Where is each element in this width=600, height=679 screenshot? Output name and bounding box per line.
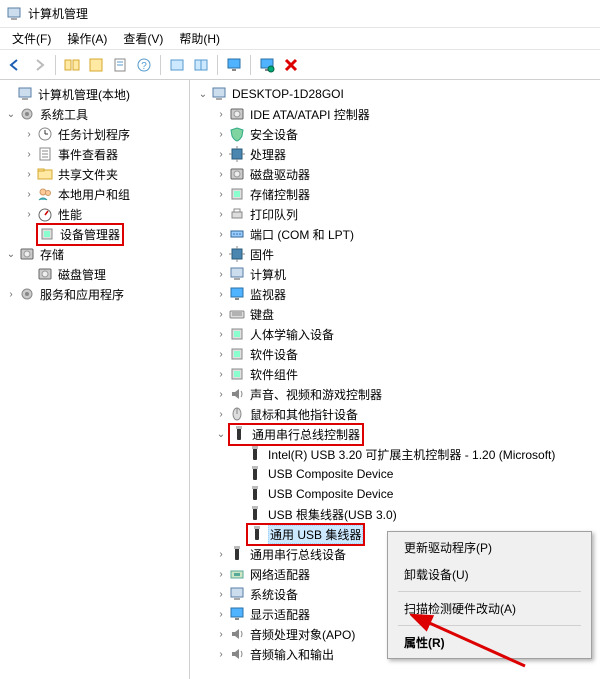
menu-help[interactable]: 帮助(H): [171, 28, 228, 49]
highlight-device-manager: 设备管理器: [36, 223, 124, 246]
node-scheduler[interactable]: › 任务计划程序: [0, 124, 189, 144]
node-ide[interactable]: ›IDE ATA/ATAPI 控制器: [190, 104, 600, 124]
node-usb-roothub[interactable]: USB 根集线器(USB 3.0): [190, 504, 600, 524]
menu-properties[interactable]: 属性(R): [390, 629, 589, 656]
node-localusers[interactable]: › 本地用户和组: [0, 184, 189, 204]
forward-button: [28, 54, 50, 76]
node-cpu[interactable]: ›处理器: [190, 144, 600, 164]
expander-icon[interactable]: ⌄: [4, 247, 18, 261]
expander-icon[interactable]: ›: [22, 167, 36, 181]
node-ports[interactable]: ›端口 (COM 和 LPT): [190, 224, 600, 244]
uninstall-button[interactable]: [280, 54, 302, 76]
node-diskdrive[interactable]: ›磁盘驱动器: [190, 164, 600, 184]
node-computer-mgmt[interactable]: ▾ 计算机管理(本地): [0, 84, 189, 104]
expander-icon[interactable]: ›: [22, 187, 36, 201]
node-audio[interactable]: ›声音、视频和游戏控制器: [190, 384, 600, 404]
node-monitor[interactable]: ›监视器: [190, 284, 600, 304]
left-tree: ▾ 计算机管理(本地) ⌄ 系统工具 › 任务计划程序 › 事件查看器 › 共享…: [0, 80, 190, 679]
scan-hardware-button[interactable]: [256, 54, 278, 76]
node-computer[interactable]: ›计算机: [190, 264, 600, 284]
menu-view[interactable]: 查看(V): [115, 28, 171, 49]
window-title: 计算机管理: [28, 5, 88, 22]
toolbar: ?: [0, 50, 600, 80]
node-keyboard[interactable]: ›键盘: [190, 304, 600, 324]
help-button[interactable]: ?: [133, 54, 155, 76]
highlight-usb-hub: 通用 USB 集线器: [246, 523, 365, 546]
device-tree: ⌄ DESKTOP-1D28GOI ›IDE ATA/ATAPI 控制器 ›安全…: [190, 80, 600, 679]
menu-scan-hardware[interactable]: 扫描检测硬件改动(A): [390, 595, 589, 622]
highlight-usb-controllers: 通用串行总线控制器: [228, 423, 364, 446]
node-printq[interactable]: ›打印队列: [190, 204, 600, 224]
node-performance[interactable]: › 性能: [0, 204, 189, 224]
node-usb-controllers[interactable]: ⌄ 通用串行总线控制器: [190, 424, 600, 444]
node-usb-composite-2[interactable]: USB Composite Device: [190, 484, 600, 504]
app-icon: [6, 6, 22, 22]
label-systools: 系统工具: [38, 105, 90, 124]
node-systools[interactable]: ⌄ 系统工具: [0, 104, 189, 124]
menu-update-driver[interactable]: 更新驱动程序(P): [390, 534, 589, 561]
node-swdev[interactable]: ›软件设备: [190, 344, 600, 364]
expander-icon[interactable]: ›: [22, 147, 36, 161]
show-hidden-button[interactable]: [223, 54, 245, 76]
menu-action[interactable]: 操作(A): [59, 28, 115, 49]
node-devicemgr[interactable]: › 设备管理器: [0, 224, 189, 244]
view-mode-button[interactable]: [85, 54, 107, 76]
node-sharedfolders[interactable]: › 共享文件夹: [0, 164, 189, 184]
menu-file[interactable]: 文件(F): [4, 28, 59, 49]
expander-icon[interactable]: ›: [22, 207, 36, 221]
menubar: 文件(F) 操作(A) 查看(V) 帮助(H): [0, 28, 600, 50]
node-diskmgmt[interactable]: › 磁盘管理: [0, 264, 189, 284]
properties-button[interactable]: [109, 54, 131, 76]
menu-separator: [398, 591, 581, 592]
node-swcomp[interactable]: ›软件组件: [190, 364, 600, 384]
expander-icon[interactable]: ⌄: [196, 87, 210, 101]
node-desktop-root[interactable]: ⌄ DESKTOP-1D28GOI: [190, 84, 600, 104]
node-usb-intel[interactable]: Intel(R) USB 3.20 可扩展主机控制器 - 1.20 (Micro…: [190, 444, 600, 464]
menu-separator: [398, 625, 581, 626]
node-storage[interactable]: ⌄ 存储: [0, 244, 189, 264]
node-mouse[interactable]: ›鼠标和其他指针设备: [190, 404, 600, 424]
node-hid[interactable]: ›人体学输入设备: [190, 324, 600, 344]
svg-text:?: ?: [141, 61, 147, 72]
back-button[interactable]: [4, 54, 26, 76]
up-button[interactable]: [61, 54, 83, 76]
expander-icon[interactable]: ›: [4, 287, 18, 301]
menu-uninstall-device[interactable]: 卸载设备(U): [390, 561, 589, 588]
detail-view-button[interactable]: [190, 54, 212, 76]
context-menu: 更新驱动程序(P) 卸载设备(U) 扫描检测硬件改动(A) 属性(R): [387, 531, 592, 659]
node-services[interactable]: › 服务和应用程序: [0, 284, 189, 304]
node-usb-composite-1[interactable]: USB Composite Device: [190, 464, 600, 484]
list-view-button[interactable]: [166, 54, 188, 76]
expander-icon[interactable]: ⌄: [214, 427, 228, 441]
titlebar: 计算机管理: [0, 0, 600, 28]
expander-icon[interactable]: ›: [22, 127, 36, 141]
node-security[interactable]: ›安全设备: [190, 124, 600, 144]
expander-icon[interactable]: ⌄: [4, 107, 18, 121]
node-storagectrl[interactable]: ›存储控制器: [190, 184, 600, 204]
label-computer-mgmt: 计算机管理(本地): [36, 85, 132, 104]
node-firmware[interactable]: ›固件: [190, 244, 600, 264]
node-eventviewer[interactable]: › 事件查看器: [0, 144, 189, 164]
